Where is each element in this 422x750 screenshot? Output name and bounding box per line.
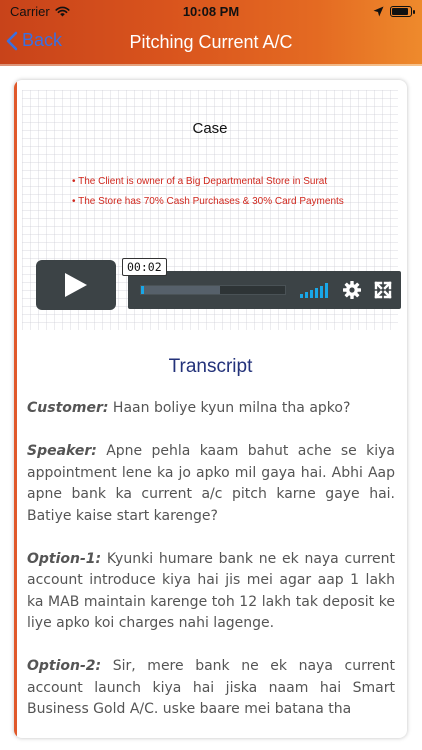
wifi-icon [55, 6, 70, 16]
battery-icon [390, 5, 415, 17]
entry-text: Haan boliye kyun milna tha apko? [108, 400, 351, 416]
speaker-label: Option-2: [27, 658, 102, 674]
speaker-label: Customer: [27, 400, 109, 416]
location-arrow-icon [373, 6, 384, 16]
status-bar: Carrier 10:08 PM [0, 0, 422, 22]
transcript-body: Customer: Haan boliye kyun milna tha apk… [27, 398, 395, 738]
slide-bullets: • The Client is owner of a Big Departmen… [72, 172, 344, 212]
speaker-label: Speaker: [27, 443, 97, 459]
volume-control[interactable] [300, 283, 328, 298]
buffered-bar [141, 286, 221, 294]
played-bar [141, 286, 144, 294]
time-tooltip: 00:02 [122, 258, 167, 276]
slide-bullet: • The Store has 70% Cash Purchases & 30%… [72, 196, 344, 207]
play-icon [65, 273, 87, 297]
speaker-label: Option-1: [27, 550, 102, 567]
page-title: Pitching Current A/C [129, 32, 293, 52]
carrier-label: Carrier [10, 3, 50, 19]
battery-fill [392, 7, 408, 15]
seek-bar[interactable] [140, 285, 286, 295]
transcript-entry: Speaker: Apne pehla kaam bahut ache se k… [27, 441, 395, 527]
video-slide: Case • The Client is owner of a Big Depa… [22, 90, 401, 330]
fullscreen-icon[interactable] [374, 281, 392, 299]
slide-title: Case [192, 120, 228, 137]
transcript-entry: Option-2: Sir, mere bank ne ek naya curr… [27, 656, 395, 721]
gear-icon[interactable] [342, 280, 362, 300]
slide-bullet: • The Client is owner of a Big Departmen… [72, 176, 328, 187]
transcript-entry: Customer: Haan boliye kyun milna tha apk… [27, 398, 395, 420]
case-card: Case • The Client is owner of a Big Depa… [14, 80, 407, 738]
transcript-heading: Transcript [168, 356, 253, 377]
transcript-entry: Option-1: Kyunki humare bank ne ek naya … [27, 549, 395, 635]
player-controls [128, 271, 401, 309]
card-accent [14, 80, 17, 738]
play-button[interactable] [36, 260, 116, 310]
